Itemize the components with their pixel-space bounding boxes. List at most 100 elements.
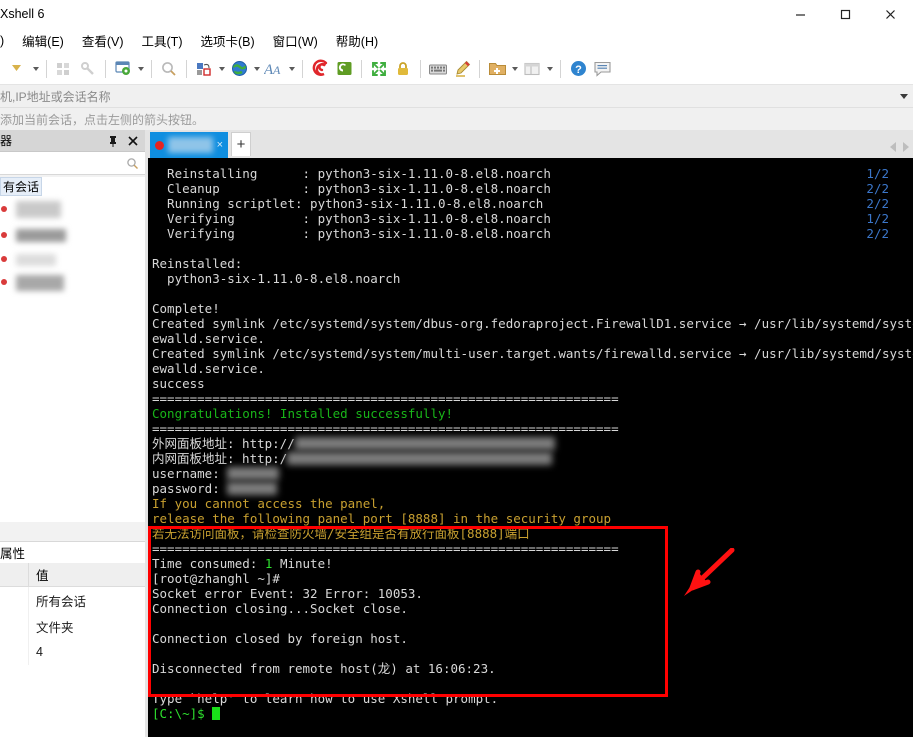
new-tab-button[interactable]: + [231, 132, 251, 156]
find-icon[interactable] [157, 57, 181, 81]
session-label-redacted [16, 229, 66, 242]
layout-icon[interactable] [520, 57, 544, 81]
lock-icon[interactable] [391, 57, 415, 81]
table-row[interactable]: 4 [0, 639, 145, 665]
list-item[interactable] [0, 223, 145, 248]
terminal-text: ewalld.service. [152, 361, 265, 376]
close-button[interactable] [868, 0, 913, 28]
redacted-value [294, 437, 555, 450]
terminal-line: Connection closing...Socket close. [152, 601, 913, 616]
list-item[interactable] [0, 248, 145, 271]
window-controls [778, 0, 913, 28]
menu-item-file[interactable]: ) [0, 31, 13, 51]
menu-item-edit[interactable]: 编辑(E) [13, 28, 73, 53]
toolbar-divider [151, 59, 152, 78]
menu-item-window[interactable]: 窗口(W) [264, 28, 327, 53]
scroll-left-icon[interactable] [890, 142, 896, 152]
redacted-value [227, 467, 280, 480]
terminal-text: Disconnected from remote host(龙) at 16:0… [152, 661, 496, 676]
terminal-line: Congratulations! Installed successfully! [152, 406, 913, 421]
table-row[interactable]: 文件夹 [0, 613, 145, 639]
keyboard-icon[interactable] [426, 57, 450, 81]
terminal-line: [C:\~]$ [152, 706, 913, 721]
terminal-line: Connection closed by foreign host. [152, 631, 913, 646]
tab-close-icon[interactable]: × [217, 139, 223, 151]
add-folder-chevron-down-icon[interactable] [509, 57, 520, 81]
session-manager-chevron-down-icon[interactable] [135, 57, 146, 81]
address-bar-chevron-down-icon[interactable] [900, 94, 908, 99]
terminal-text: 外网面板地址: http:// [152, 436, 295, 451]
terminal-text: Reinstalling : python3-six-1.11.0-8.el8.… [152, 166, 551, 181]
session-tree[interactable]: 有会话 [0, 177, 145, 522]
terminal-text: Connection closed by foreign host. [152, 631, 408, 646]
search-icon[interactable] [126, 157, 139, 173]
session-search-input[interactable] [0, 152, 145, 175]
font-icon[interactable]: A A [262, 57, 286, 81]
terminal-text: ========================================… [152, 391, 619, 406]
list-item[interactable] [0, 271, 145, 295]
title-bar: Xshell 6 [0, 0, 913, 28]
properties-row-name [0, 587, 29, 613]
list-item[interactable] [0, 196, 145, 223]
menu-item-tools[interactable]: 工具(T) [133, 28, 192, 53]
terminal-line: Reinstalled: [152, 256, 913, 271]
transfer-icon[interactable] [192, 57, 216, 81]
xagent-icon[interactable] [332, 57, 356, 81]
table-row[interactable]: 所有会话 [0, 587, 145, 613]
font-chevron-down-icon[interactable] [286, 57, 297, 81]
terminal-line: Created symlink /etc/systemd/system/mult… [152, 346, 913, 361]
terminal-text: Reinstalled: [152, 256, 243, 271]
hint-text: 添加当前会话，点击左侧的箭头按钮。 [0, 112, 205, 127]
help-icon[interactable]: ? [566, 57, 590, 81]
link-session-icon[interactable] [76, 57, 100, 81]
work-area: 器 有会话 属性 值 所有会话 文件夹 4 × + Reinstalling:… [0, 130, 913, 737]
terminal-text: Minute! [272, 556, 333, 571]
terminal-text: Cleanup : python3-six-1.11.0-8.el8.noarc… [152, 181, 551, 196]
terminal-progress-counter: 1/2 [866, 211, 889, 226]
feedback-balloon-icon[interactable] [590, 57, 614, 81]
scroll-right-icon[interactable] [903, 142, 909, 152]
session-label-redacted [16, 275, 64, 291]
properties-row-value: 所有会话 [36, 594, 87, 609]
terminal-progress-counter: 1/2 [866, 166, 889, 181]
properties-row-value: 文件夹 [36, 620, 74, 635]
properties-table-header-row: 值 [0, 563, 145, 587]
session-manager-icon[interactable] [111, 57, 135, 81]
fullscreen-icon[interactable] [367, 57, 391, 81]
terminal-output[interactable]: Reinstalling : python3-six-1.11.0-8.el8.… [148, 158, 913, 737]
new-session-chevron-down-icon[interactable] [30, 57, 41, 81]
tab-label-redacted [168, 137, 213, 153]
terminal-line: [root@zhanghl ~]# [152, 571, 913, 586]
terminal-text: python3-six-1.11.0-8.el8.noarch [152, 271, 401, 286]
session-label-redacted [16, 201, 61, 218]
panel-close-icon[interactable] [127, 134, 138, 147]
maximize-button[interactable] [823, 0, 868, 28]
globe-chevron-down-icon[interactable] [251, 57, 262, 81]
xftp-icon[interactable] [308, 57, 332, 81]
tree-root-all-sessions[interactable]: 有会话 [0, 177, 145, 196]
terminal-line: ewalld.service. [152, 331, 913, 346]
menu-item-tabs[interactable]: 选项卡(B) [191, 28, 263, 53]
terminal-warning-text: 若无法访问面板，请检查防火墙/安全组是否有放行面板[8888]端口 [152, 526, 530, 541]
pin-icon[interactable] [107, 134, 118, 147]
terminal-line: release the following panel port [8888] … [152, 511, 913, 526]
minimize-button[interactable] [778, 0, 823, 28]
menu-item-help[interactable]: 帮助(H) [327, 28, 387, 53]
address-bar[interactable]: 机,IP地址或会话名称 [0, 84, 913, 108]
copy-session-icon[interactable] [52, 57, 76, 81]
new-session-icon[interactable] [6, 57, 30, 81]
menu-item-view[interactable]: 查看(V) [73, 28, 133, 53]
session-panel-header: 器 [0, 130, 145, 152]
highlight-pen-icon[interactable] [450, 57, 474, 81]
session-tab[interactable]: × [150, 132, 228, 158]
transfer-chevron-down-icon[interactable] [216, 57, 227, 81]
terminal-cursor [212, 707, 221, 720]
add-folder-icon[interactable] [485, 57, 509, 81]
globe-icon[interactable] [227, 57, 251, 81]
terminal-text: Created symlink /etc/systemd/system/mult… [152, 346, 913, 361]
toolbar-divider [302, 59, 303, 78]
layout-chevron-down-icon[interactable] [544, 57, 555, 81]
hint-bar: 添加当前会话，点击左侧的箭头按钮。 [0, 108, 913, 130]
